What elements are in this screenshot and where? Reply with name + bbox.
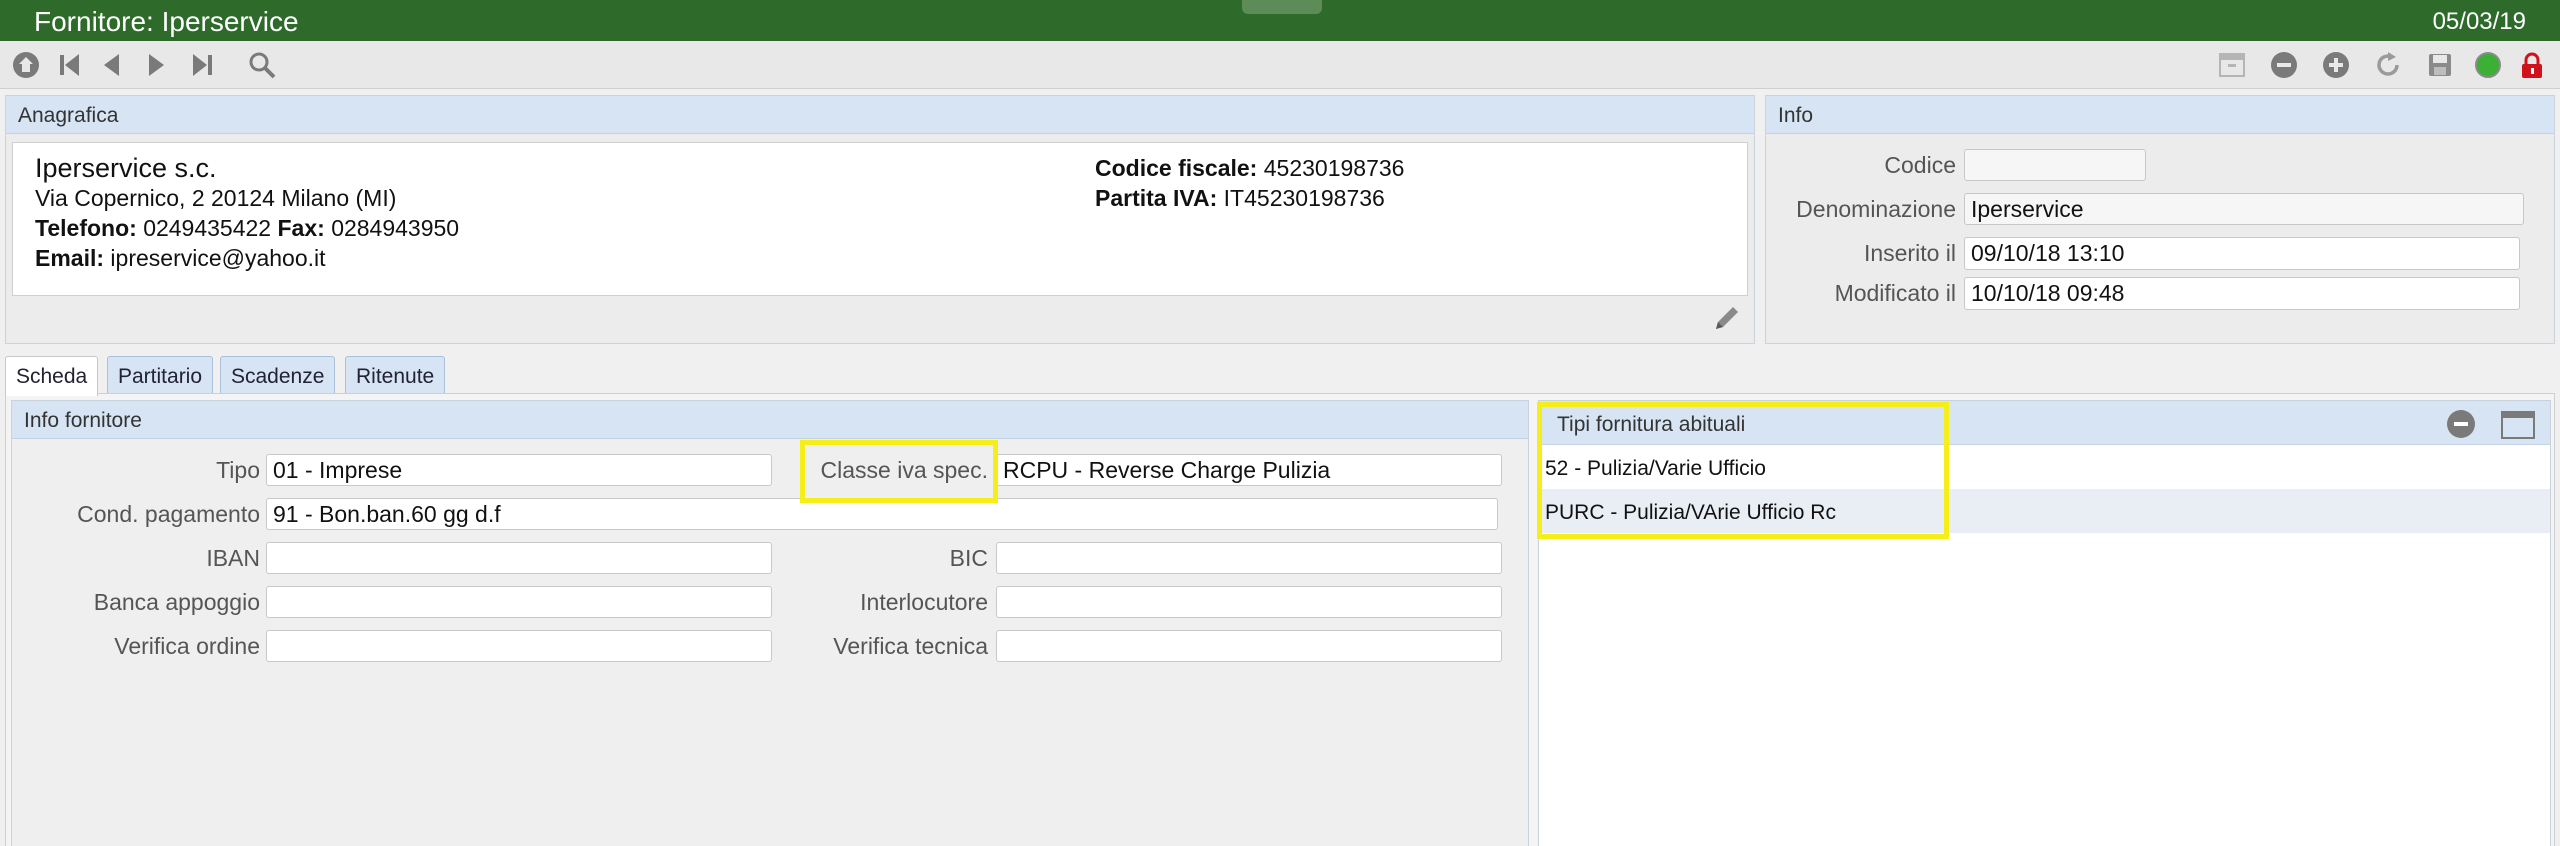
denominazione-row: Denominazione (1766, 193, 2524, 225)
interlocutore-label: Interlocutore (860, 588, 988, 615)
cf-label: Codice fiscale: (1095, 155, 1258, 181)
piva-label: Partita IVA: (1095, 185, 1218, 211)
tipo-field[interactable] (266, 454, 772, 486)
inserito-field[interactable] (1964, 237, 2520, 270)
codice-fiscale: Codice fiscale: 45230198736 (1095, 155, 1404, 182)
modificato-label: Modificato il (1834, 280, 1956, 306)
panel-header: Tipi fornitura abituali (1539, 401, 2550, 445)
title-bar: Fornitore: Iperservice 05/03/19 (0, 0, 2560, 41)
iban-row: IBAN (12, 542, 772, 574)
tab-ritenute[interactable]: Ritenute (345, 356, 446, 394)
inserito-label: Inserito il (1863, 240, 1956, 266)
codice-field[interactable] (1964, 149, 2146, 181)
toolbar (0, 41, 2560, 89)
iban-field[interactable] (266, 542, 772, 574)
panel-header: Info fornitore (12, 401, 1528, 439)
fax-value: 0284943950 (331, 215, 460, 241)
classe-iva-field[interactable] (996, 454, 1502, 486)
archive-icon[interactable] (2216, 49, 2248, 81)
window-title: Fornitore: Iperservice (34, 6, 299, 37)
current-date: 05/03/19 (2432, 8, 2526, 35)
tipi-fornitura-panel: Tipi fornitura abituali 52 - Pulizia/Var… (1538, 400, 2551, 846)
lock-icon[interactable] (2516, 49, 2548, 81)
banca-appoggio-row: Banca appoggio (12, 586, 772, 618)
anagrafica-details: Iperservice s.c. Via Copernico, 2 20124 … (12, 142, 1748, 296)
tipo-row: Tipo (12, 454, 772, 486)
status-icon (2472, 49, 2504, 81)
banca-appoggio-field[interactable] (266, 586, 772, 618)
banca-appoggio-label: Banca appoggio (93, 588, 260, 615)
cf-value: 45230198736 (1263, 155, 1405, 181)
last-record-icon[interactable] (186, 49, 218, 81)
modificato-field[interactable] (1964, 277, 2520, 310)
classe-iva-label: Classe iva spec. (820, 456, 988, 483)
inserito-row: Inserito il (1766, 237, 2520, 270)
email-label: Email: (35, 245, 105, 271)
codice-label: Codice (1884, 151, 1956, 178)
classe-iva-row: Classe iva spec. (792, 454, 1502, 486)
list-item[interactable]: PURC - Pulizia/VArie Ufficio Rc (1539, 489, 2550, 533)
tab-partitario[interactable]: Partitario (107, 356, 214, 394)
bic-label: BIC (949, 544, 988, 571)
add-icon[interactable] (2320, 49, 2352, 81)
verifica-tecnica-row: Verifica tecnica (792, 630, 1502, 662)
next-record-icon[interactable] (140, 49, 172, 81)
save-icon[interactable] (2424, 49, 2456, 81)
tab-scheda[interactable]: Scheda (5, 356, 99, 396)
interlocutore-row: Interlocutore (792, 586, 1502, 618)
verifica-tecnica-field[interactable] (996, 630, 1502, 662)
info-panel: Info Codice Denominazione Inserito il Mo… (1765, 95, 2555, 344)
piva-value: IT45230198736 (1223, 185, 1385, 211)
cond-pagamento-field[interactable] (266, 498, 1498, 530)
phone-label: Telefono: (35, 215, 137, 241)
modificato-row: Modificato il (1766, 277, 2520, 310)
company-name: Iperservice s.c. (35, 153, 217, 183)
home-icon[interactable] (10, 49, 42, 81)
contact-email: Email: ipreservice@yahoo.it (35, 245, 326, 272)
denominazione-field[interactable] (1964, 193, 2524, 225)
anagrafica-panel: Anagrafica Iperservice s.c. Via Copernic… (5, 95, 1755, 344)
search-icon[interactable] (246, 49, 278, 81)
verifica-ordine-row: Verifica ordine (12, 630, 772, 662)
partita-iva: Partita IVA: IT45230198736 (1095, 185, 1385, 212)
company-address: Via Copernico, 2 20124 Milano (MI) (35, 185, 397, 211)
remove-icon[interactable] (2268, 49, 2300, 81)
info-fornitore-panel: Info fornitore Tipo Classe iva spec. Con… (11, 400, 1529, 846)
edit-pencil-icon[interactable] (1710, 301, 1744, 335)
maximize-button[interactable] (2501, 411, 2535, 439)
cond-pagamento-row: Cond. pagamento (12, 498, 1498, 530)
panel-header: Info (1766, 96, 2554, 134)
bic-row: BIC (792, 542, 1502, 574)
contact-phone-fax: Telefono: 0249435422 Fax: 0284943950 (35, 215, 459, 242)
phone-value: 0249435422 (143, 215, 272, 241)
collapse-button[interactable] (2446, 409, 2476, 439)
verifica-ordine-field[interactable] (266, 630, 772, 662)
drag-handle[interactable] (1242, 0, 1322, 14)
refresh-icon[interactable] (2372, 49, 2404, 81)
prev-record-icon[interactable] (96, 49, 128, 81)
iban-label: IBAN (206, 544, 260, 571)
verifica-ordine-label: Verifica ordine (114, 632, 260, 659)
fax-label: Fax: (277, 215, 325, 241)
first-record-icon[interactable] (54, 49, 86, 81)
denominazione-label: Denominazione (1796, 195, 1956, 222)
list-item[interactable]: 52 - Pulizia/Varie Ufficio (1539, 445, 2550, 489)
bic-field[interactable] (996, 542, 1502, 574)
tipo-label: Tipo (216, 456, 260, 483)
cond-pagamento-label: Cond. pagamento (77, 500, 260, 527)
tab-scadenze[interactable]: Scadenze (220, 356, 336, 394)
panel-header: Anagrafica (6, 96, 1754, 134)
verifica-tecnica-label: Verifica tecnica (833, 632, 988, 659)
codice-row: Codice (1766, 149, 2146, 181)
email-value: ipreservice@yahoo.it (110, 245, 326, 271)
interlocutore-field[interactable] (996, 586, 1502, 618)
